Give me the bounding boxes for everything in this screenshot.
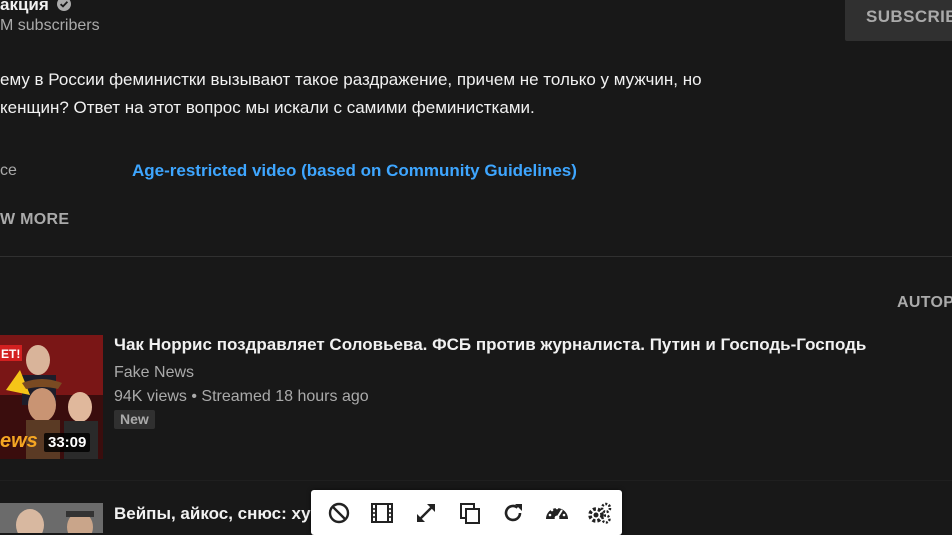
- subscribe-button[interactable]: SUBSCRIB: [845, 0, 952, 41]
- block-button[interactable]: [317, 491, 361, 535]
- svg-text:ews: ews: [0, 430, 38, 452]
- film-strip-icon: [370, 501, 394, 525]
- description-line-2: кенщин? Ответ на этот вопрос мы искали с…: [0, 98, 535, 117]
- copy-button[interactable]: [448, 491, 492, 535]
- channel-name[interactable]: акция: [0, 0, 49, 15]
- subscriber-count: M subscribers: [0, 17, 100, 34]
- settings-gears-icon: [587, 501, 613, 525]
- settings-button[interactable]: [578, 491, 622, 535]
- expand-icon: [414, 501, 438, 525]
- refresh-icon: [501, 501, 525, 525]
- metadata-label: ce: [0, 162, 17, 179]
- autoplay-label[interactable]: AUTOP: [897, 294, 952, 312]
- speed-button[interactable]: [535, 491, 579, 535]
- block-icon: [327, 501, 351, 525]
- expand-button[interactable]: [404, 491, 448, 535]
- age-restricted-link[interactable]: Age-restricted video (based on Community…: [132, 161, 577, 181]
- video-thumbnail-2[interactable]: [0, 503, 103, 533]
- copy-icon: [458, 501, 482, 525]
- speedometer-icon: [544, 501, 570, 525]
- video-title[interactable]: Чак Норрис поздравляет Соловьева. ФСБ пр…: [114, 335, 866, 355]
- section-divider: [0, 256, 952, 257]
- refresh-button[interactable]: [491, 491, 535, 535]
- new-badge: New: [114, 410, 155, 429]
- description-line-1: ему в России феминистки вызывают такое р…: [0, 70, 702, 89]
- verified-check-icon: [57, 0, 71, 11]
- video-duration: 33:09: [44, 433, 91, 452]
- video-stats: 94K views • Streamed 18 hours ago: [114, 388, 369, 405]
- film-button[interactable]: [361, 491, 405, 535]
- video-title-2[interactable]: Вейпы, айкос, снюс: ху: [114, 504, 314, 524]
- thumbnail-badge-text: ET!: [1, 347, 20, 361]
- show-more-button[interactable]: W MORE: [0, 211, 69, 229]
- extension-toolbar: [311, 490, 622, 535]
- list-divider: [0, 480, 952, 481]
- video-channel-name[interactable]: Fake News: [114, 364, 194, 382]
